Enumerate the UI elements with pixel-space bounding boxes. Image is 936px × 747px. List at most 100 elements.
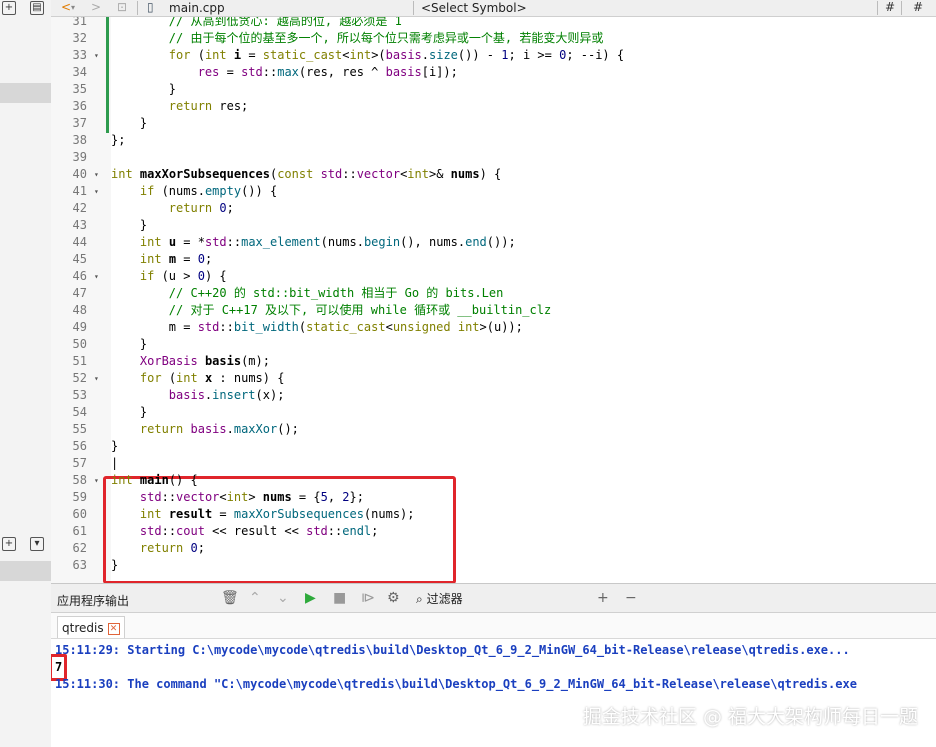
code-line[interactable]: 42 return 0; (51, 200, 936, 217)
minimize-icon[interactable]: − (625, 590, 637, 606)
attach-icon[interactable]: ⧐ (361, 590, 375, 606)
code-line[interactable]: 40 ▾ int maxXorSubsequences(const std::vec… (51, 166, 936, 183)
hash-label[interactable]: # (913, 0, 923, 17)
code-token: int (139, 507, 162, 521)
down-arrow-icon[interactable]: ⌄ (277, 590, 289, 606)
code-line[interactable]: 56} (51, 438, 936, 455)
fold-toggle-icon[interactable]: ▾ (94, 472, 99, 489)
code-text: int maxXorSubsequences(const std::vector… (111, 166, 501, 183)
code-line[interactable]: 62 return 0; (51, 540, 936, 557)
code-line[interactable]: 58 ▾ int main() { (51, 472, 936, 489)
qt-creator-window: + ▤ + ▾ < ▾ > ⊡ ▯ main.cpp <Select Symbo… (0, 0, 936, 747)
close-icon[interactable]: ✕ (107, 622, 120, 635)
lock-icon[interactable]: ⊡ (117, 0, 127, 17)
code-token: (res, res ^ (298, 65, 386, 79)
code-line[interactable]: 38}; (51, 132, 936, 149)
hash-label[interactable]: # (885, 0, 895, 17)
code-line[interactable]: 60 int result = maxXorSubsequences(nums)… (51, 506, 936, 523)
code-editor[interactable]: 31 // 从高到低贪心: 越高的位, 越必须是 1 32 // 由于每个位的基至… (51, 17, 936, 583)
code-line[interactable]: 53 basis.insert(x); (51, 387, 936, 404)
code-token: for (139, 371, 162, 385)
code-line[interactable]: 44 int u = *std::max_element(nums.begin(… (51, 234, 936, 251)
expand-icon[interactable]: + (2, 537, 16, 551)
file-icon: ▯ (147, 0, 154, 14)
fold-toggle-icon[interactable]: ▾ (94, 166, 99, 183)
code-token: } (111, 82, 177, 96)
code-token: :: (161, 524, 177, 538)
sidebar-selected-row[interactable] (0, 83, 51, 103)
code-text: if (u > 0) { (111, 268, 227, 285)
filter-input[interactable]: ⌕ 过滤器 (416, 590, 463, 607)
fold-toggle-icon[interactable]: ▾ (94, 183, 99, 200)
code-token: :: (342, 167, 357, 181)
code-line[interactable]: 33 ▾ for (int i = static_cast<int>(basis.… (51, 47, 936, 64)
file-name[interactable]: main.cpp (169, 0, 225, 16)
collapse-icon[interactable]: ▾ (30, 537, 44, 551)
code-line[interactable]: 39 (51, 149, 936, 166)
code-line[interactable]: 55 return basis.maxXor(); (51, 421, 936, 438)
code-line[interactable]: 34 res = std::max(res, res ^ basis[i]); (51, 64, 936, 81)
code-line[interactable]: 54 } (51, 404, 936, 421)
back-icon[interactable]: < (61, 0, 71, 17)
code-line[interactable]: 52 ▾ for (int x : nums) { (51, 370, 936, 387)
code-line[interactable]: 63} (51, 557, 936, 574)
code-token: int (139, 252, 162, 266)
tab-qtredis[interactable]: qtredis ✕ (57, 616, 125, 638)
symbol-select[interactable]: <Select Symbol> (421, 0, 527, 16)
code-line[interactable]: 49 m = std::bit_width(static_cast<unsign… (51, 319, 936, 336)
code-line[interactable]: 46 ▾ if (u > 0) { (51, 268, 936, 285)
line-number: 34 (72, 65, 87, 79)
code-token: // 对于 C++17 及以下, 可以使用 while 循环或 __builti… (111, 303, 552, 317)
line-number: 61 (72, 524, 87, 538)
code-token: int (111, 473, 133, 487)
forward-icon[interactable]: > (91, 0, 101, 17)
application-output[interactable]: 15:11:29: Starting C:\mycode\mycode\qtre… (51, 639, 936, 747)
code-line[interactable]: 37 } (51, 115, 936, 132)
code-line[interactable]: 32 // 由于每个位的基至多一个, 所以每个位只需考虑异或一个基, 若能变大则… (51, 30, 936, 47)
code-token: int (111, 167, 133, 181)
code-line[interactable]: 61 std::cout << result << std::endl; (51, 523, 936, 540)
code-line[interactable]: 57 | (51, 455, 936, 472)
dropdown-icon[interactable]: ▾ (71, 0, 75, 17)
code-token: i (233, 48, 242, 62)
code-line[interactable]: 47 // C++20 的 std::bit_width 相当于 Go 的 bi… (51, 285, 936, 302)
sidebar-selected-row[interactable] (0, 561, 51, 581)
stop-icon[interactable]: ■ (333, 590, 346, 606)
code-line[interactable]: 41 ▾ if (nums.empty()) { (51, 183, 936, 200)
code-line[interactable]: 59 std::vector<int> nums = {5, 2}; (51, 489, 936, 506)
collapse-icon[interactable]: ▤ (30, 1, 44, 15)
line-number: 62 (72, 541, 87, 555)
line-number: 35 (72, 82, 87, 96)
fold-toggle-icon[interactable]: ▾ (94, 370, 99, 387)
code-token: int (139, 235, 162, 249)
line-number: 47 (72, 286, 87, 300)
code-line[interactable]: 36 return res; (51, 98, 936, 115)
code-line[interactable]: 48 // 对于 C++17 及以下, 可以使用 while 循环或 __bui… (51, 302, 936, 319)
trash-icon[interactable]: 🗑 (221, 590, 239, 606)
gear-icon[interactable]: ⚙ (387, 590, 400, 606)
code-text: std::vector<int> nums = {5, 2}; (111, 489, 364, 506)
run-icon[interactable]: ▶ (305, 590, 316, 606)
line-number: 63 (72, 558, 87, 572)
code-token: 0 (197, 269, 205, 283)
up-arrow-icon[interactable]: ⌃ (249, 590, 261, 606)
code-line[interactable]: 45 int m = 0; (51, 251, 936, 268)
code-line[interactable]: 35 } (51, 81, 936, 98)
add-icon[interactable]: + (597, 590, 609, 606)
code-line[interactable]: 51 XorBasis basis(m); (51, 353, 936, 370)
code-line[interactable]: 50 } (51, 336, 936, 353)
code-token: main (139, 473, 169, 487)
code-token: (nums); (363, 507, 415, 521)
code-line[interactable]: 31 // 从高到低贪心: 越高的位, 越必须是 1 (51, 17, 936, 30)
code-line[interactable]: 43 } (51, 217, 936, 234)
code-token: ()) - (457, 48, 502, 62)
fold-toggle-icon[interactable]: ▾ (94, 268, 99, 285)
code-text: } (111, 438, 118, 455)
toolbar-separator (877, 1, 878, 15)
fold-toggle-icon[interactable]: ▾ (94, 47, 99, 64)
expand-icon[interactable]: + (2, 1, 16, 15)
code-text: }; (111, 132, 125, 149)
